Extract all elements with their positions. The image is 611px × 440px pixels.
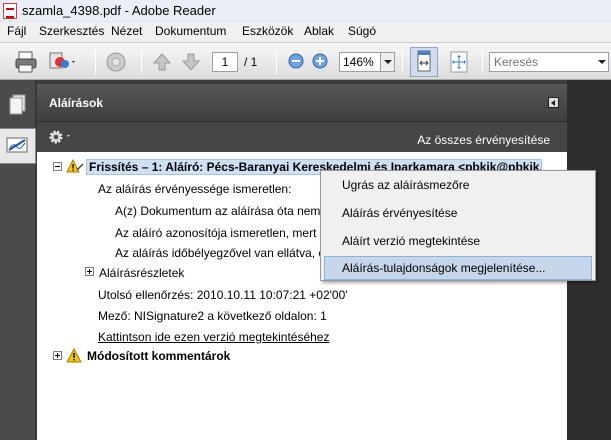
window-title: szamla_4398.pdf - Adobe Reader bbox=[22, 3, 216, 18]
identity-unknown-text: Az aláíró azonosítója ismeretlen, mert n bbox=[115, 226, 327, 240]
toolbar-separator bbox=[482, 50, 483, 74]
zoom-input[interactable]: 146% bbox=[339, 52, 381, 72]
view-version-link[interactable]: Kattintson ide ezen verzió megtekintéséh… bbox=[98, 330, 329, 344]
timestamp-text: Az aláírás időbélyegzővel van ellátva, d… bbox=[115, 246, 332, 260]
document-modified-text: A(z) Dokumentum az aláírása óta nem m bbox=[115, 204, 334, 218]
fit-page-icon[interactable] bbox=[446, 49, 472, 75]
search-field[interactable] bbox=[489, 52, 609, 72]
menu-help[interactable]: Súgó bbox=[348, 24, 376, 38]
signatures-tab[interactable] bbox=[0, 128, 36, 164]
last-checked-text: Utolsó ellenőrzés: 2010.10.11 10:07:21 +… bbox=[98, 288, 348, 302]
toolbar-separator bbox=[276, 50, 277, 74]
pages-tab[interactable] bbox=[0, 86, 36, 122]
modified-comments-item[interactable]: Módosított kommentárok bbox=[87, 349, 230, 363]
menu-document[interactable]: Dokumentum bbox=[155, 24, 226, 38]
panel-header: Aláírások bbox=[37, 84, 567, 122]
signature-details-item[interactable]: Aláírásrészletek bbox=[99, 266, 184, 280]
expand-comments-icon[interactable] bbox=[53, 351, 62, 360]
previous-page-icon[interactable] bbox=[149, 49, 175, 75]
print-icon[interactable] bbox=[13, 49, 39, 75]
page-number-input[interactable]: 1 bbox=[212, 52, 238, 72]
menu-bar: Fájl Szerkesztés Nézet Dokumentum Eszköz… bbox=[0, 22, 611, 42]
menu-tools[interactable]: Eszközök bbox=[242, 24, 293, 38]
panel-toolbar: Az összes érvényesítése bbox=[37, 122, 567, 152]
menu-view[interactable]: Nézet bbox=[111, 24, 142, 38]
menu-item-validate-signature[interactable]: Aláírás érvényesítése bbox=[324, 201, 592, 225]
left-navigation-pane bbox=[0, 80, 36, 440]
warning-pen-icon bbox=[66, 158, 84, 178]
toolbar-separator bbox=[141, 50, 142, 74]
next-page-icon[interactable] bbox=[178, 49, 204, 75]
search-input[interactable] bbox=[490, 53, 590, 71]
panel-title: Aláírások bbox=[49, 96, 104, 110]
pdf-file-icon bbox=[3, 3, 17, 19]
share-icon[interactable] bbox=[103, 49, 129, 75]
menu-file[interactable]: Fájl bbox=[7, 24, 26, 38]
zoom-in-icon[interactable] bbox=[309, 49, 335, 75]
warning-icon bbox=[66, 347, 82, 367]
menu-edit[interactable]: Szerkesztés bbox=[39, 24, 104, 38]
collapse-panel-icon[interactable] bbox=[548, 97, 559, 108]
menu-item-go-to-field[interactable]: Ugrás az aláírásmezőre bbox=[324, 173, 592, 197]
toolbar-separator bbox=[95, 50, 96, 74]
validate-all-button[interactable]: Az összes érvényesítése bbox=[417, 133, 550, 147]
zoom-out-icon[interactable] bbox=[285, 49, 311, 75]
field-info-text: Mező: NISignature2 a következő oldalon: … bbox=[98, 309, 327, 323]
menu-window[interactable]: Ablak bbox=[304, 24, 334, 38]
collaborate-icon[interactable] bbox=[47, 49, 75, 75]
validity-unknown-text: Az aláírás érvényessége ismeretlen: bbox=[98, 182, 292, 196]
menu-item-view-signed-version[interactable]: Aláírt verzió megtekintése bbox=[324, 229, 592, 253]
title-bar: szamla_4398.pdf - Adobe Reader bbox=[0, 0, 611, 22]
zoom-dropdown-icon[interactable] bbox=[381, 52, 395, 72]
search-dropdown-icon[interactable] bbox=[598, 60, 606, 64]
page-total: / 1 bbox=[244, 55, 258, 69]
toolbar-separator bbox=[402, 50, 403, 74]
collapse-signature-icon[interactable] bbox=[53, 162, 62, 171]
context-menu: Ugrás az aláírásmezőre Aláírás érvényesí… bbox=[320, 170, 596, 281]
expand-details-icon[interactable] bbox=[85, 267, 94, 276]
options-gear-icon[interactable] bbox=[47, 128, 75, 149]
fit-width-icon[interactable] bbox=[410, 47, 438, 77]
menu-item-show-properties[interactable]: Aláírás-tulajdonságok megjelenítése... bbox=[324, 256, 592, 280]
toolbar: 1 / 1 146% bbox=[0, 42, 611, 80]
